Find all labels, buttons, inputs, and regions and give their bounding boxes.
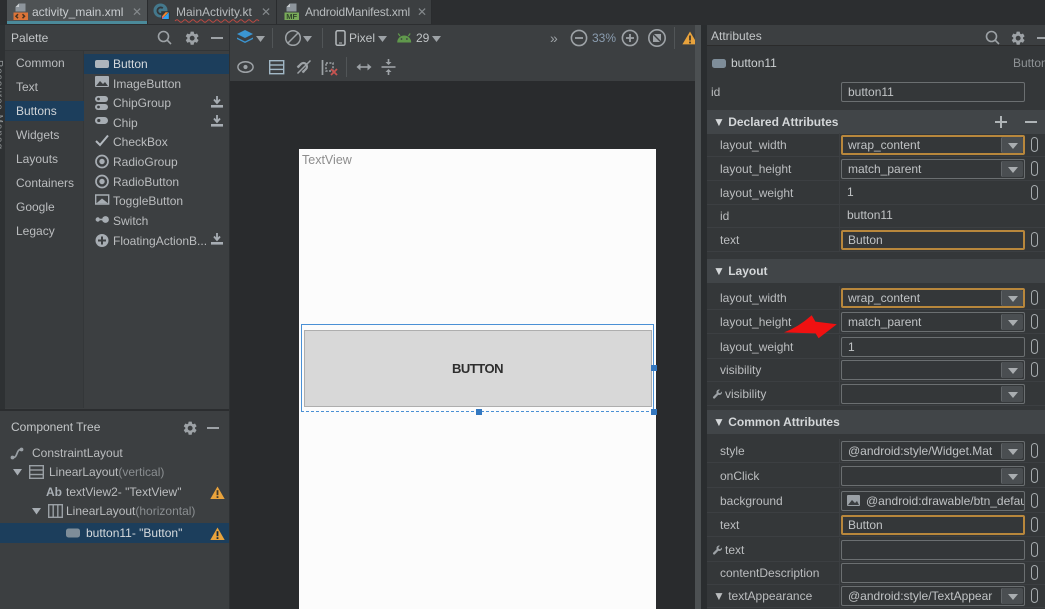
svg-text:MF: MF bbox=[286, 12, 297, 21]
